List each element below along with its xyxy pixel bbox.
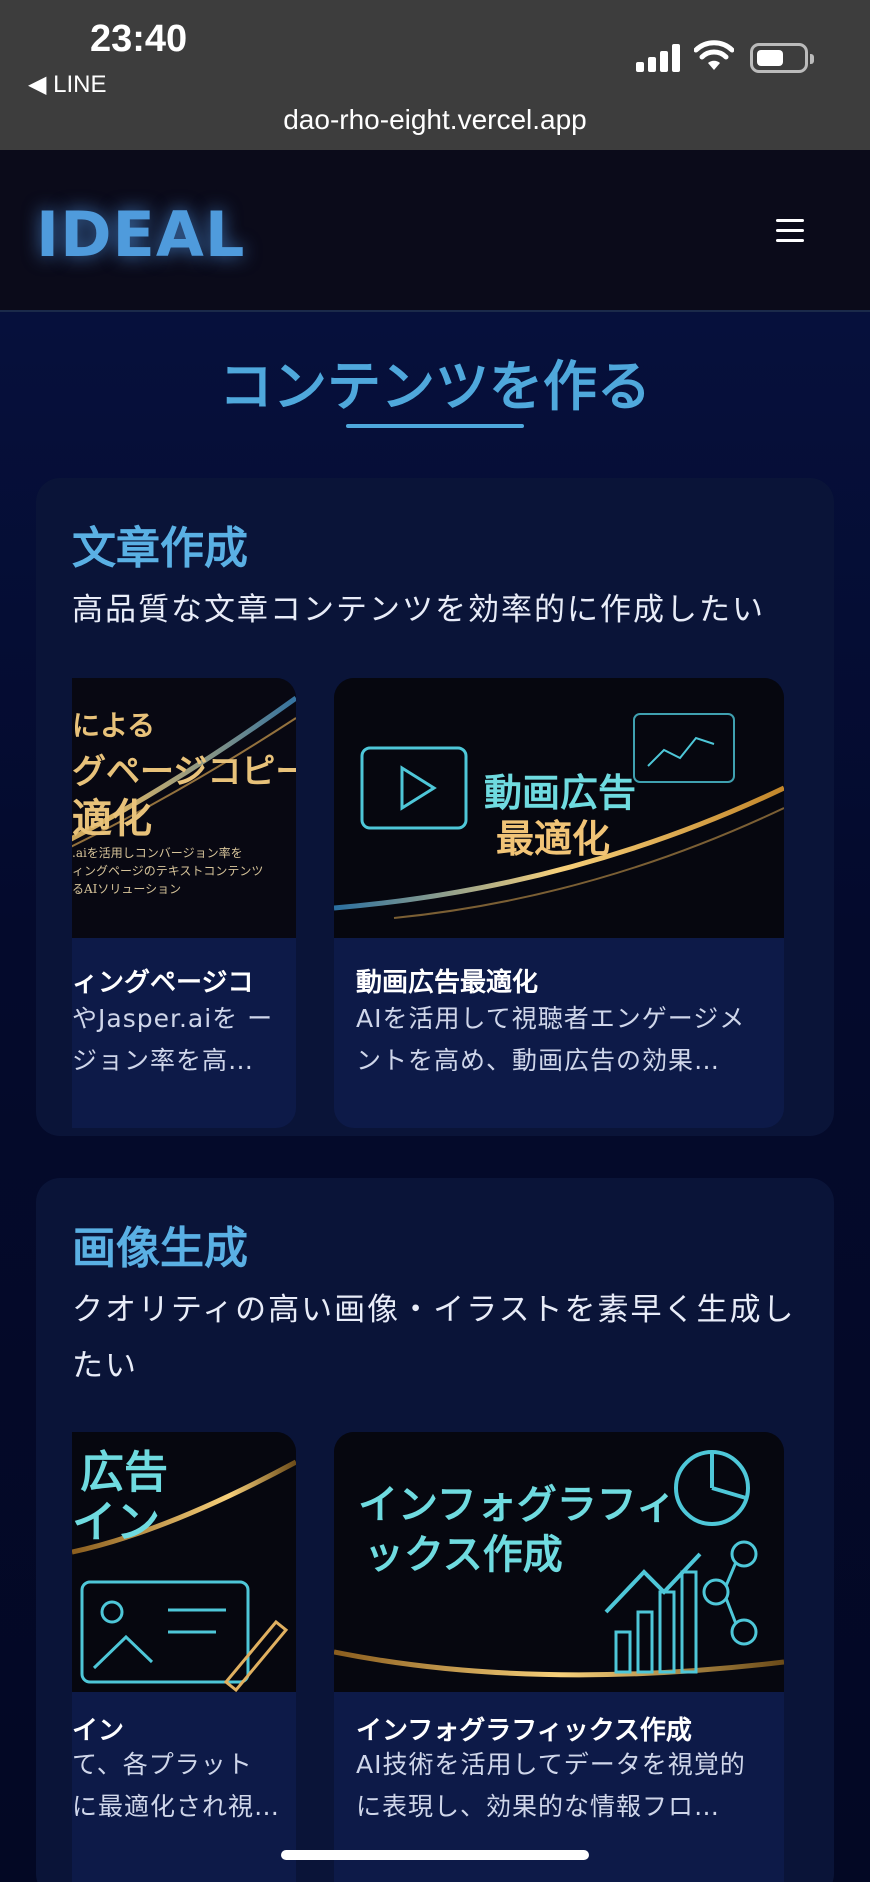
card-title: 動画広告最適化 [356, 968, 539, 998]
home-indicator[interactable] [281, 1850, 589, 1860]
card-title: インフォグラフィックス作成 [356, 1716, 692, 1746]
site-logo[interactable]: IDEAL [36, 198, 245, 271]
site-header: IDEAL [0, 150, 870, 312]
card-thumbnail: 広告 イン [72, 1432, 296, 1692]
card-description: やJasper.aiを ージョン率を高… [72, 1004, 274, 1075]
hamburger-menu-icon[interactable] [772, 217, 808, 245]
address-bar-url[interactable]: dao-rho-eight.vercel.app [0, 104, 870, 136]
card-thumbnail: 動画広告 最適化 [334, 678, 784, 938]
category-title: 文章作成 [72, 523, 248, 574]
content-carousel[interactable]: 広告 イン イン て、各プラット に最適化され視… インフォグラフィ ックス作成… [72, 1432, 834, 1882]
status-time: 23:40 [90, 18, 188, 60]
category-card-writing: 文章作成 高品質な文章コンテンツを効率的に作成したい による グページコピー 適… [36, 478, 834, 1136]
content-card[interactable]: 動画広告 最適化 動画広告最適化 AIを活用して視聴者エンゲージメントを高め、動… [334, 678, 784, 1128]
status-bar: 23:40 ◀ LINE dao-rho-eight.vercel.app [0, 0, 870, 150]
battery-icon [750, 43, 814, 73]
category-title: 画像生成 [72, 1223, 248, 1274]
thumb-text: イン [72, 1497, 160, 1548]
thumb-small-text: .aiを活用しコンバージョン率を [72, 846, 243, 860]
card-description: AI技術を活用してデータを視覚的に表現し、効果的な情報フロ… [356, 1750, 746, 1821]
content-card[interactable]: による グページコピー 適化 .aiを活用しコンバージョン率を ィングページのテ… [72, 678, 296, 1128]
title-underline [346, 424, 524, 428]
thumb-text: 適化 [72, 795, 152, 842]
content-carousel[interactable]: による グページコピー 適化 .aiを活用しコンバージョン率を ィングページのテ… [72, 678, 834, 1128]
content-card[interactable]: 広告 イン イン て、各プラット に最適化され視… [72, 1432, 296, 1882]
thumb-text: ックス作成 [364, 1532, 563, 1578]
cellular-signal-icon [636, 44, 680, 72]
thumb-text: 最適化 [496, 817, 611, 861]
section-title: コンテンツを作る [219, 355, 651, 418]
category-description: 高品質な文章コンテンツを効率的に作成したい [72, 592, 765, 628]
card-thumbnail: による グページコピー 適化 .aiを活用しコンバージョン率を ィングページのテ… [72, 678, 296, 938]
thumb-text: による [72, 709, 156, 742]
card-description: AIを活用して視聴者エンゲージメントを高め、動画広告の効果… [356, 1004, 746, 1075]
wifi-icon [694, 40, 734, 70]
card-title: イン [72, 1716, 125, 1746]
category-card-image: 画像生成 クオリティの高い画像・イラストを素早く生成したい 広告 イン イン て… [36, 1178, 834, 1882]
card-description: て、各プラット に最適化され視… [72, 1750, 281, 1821]
card-title: ィングページコ [72, 968, 254, 998]
thumb-small-text: るAIソリューション [72, 882, 182, 896]
main-content: コンテンツを作る 文章作成 高品質な文章コンテンツを効率的に作成したい による … [0, 312, 870, 1882]
content-card[interactable]: インフォグラフィ ックス作成 インフォグラフィックス作成 AI技術を活用してデー… [334, 1432, 784, 1882]
category-description: クオリティの高い画像・イラストを素早く生成したい [72, 1292, 796, 1384]
card-thumbnail: インフォグラフィ ックス作成 [334, 1432, 784, 1692]
thumb-small-text: ィングページのテキストコンテンツ [72, 864, 264, 878]
back-to-app-link[interactable]: ◀ LINE [28, 70, 106, 99]
